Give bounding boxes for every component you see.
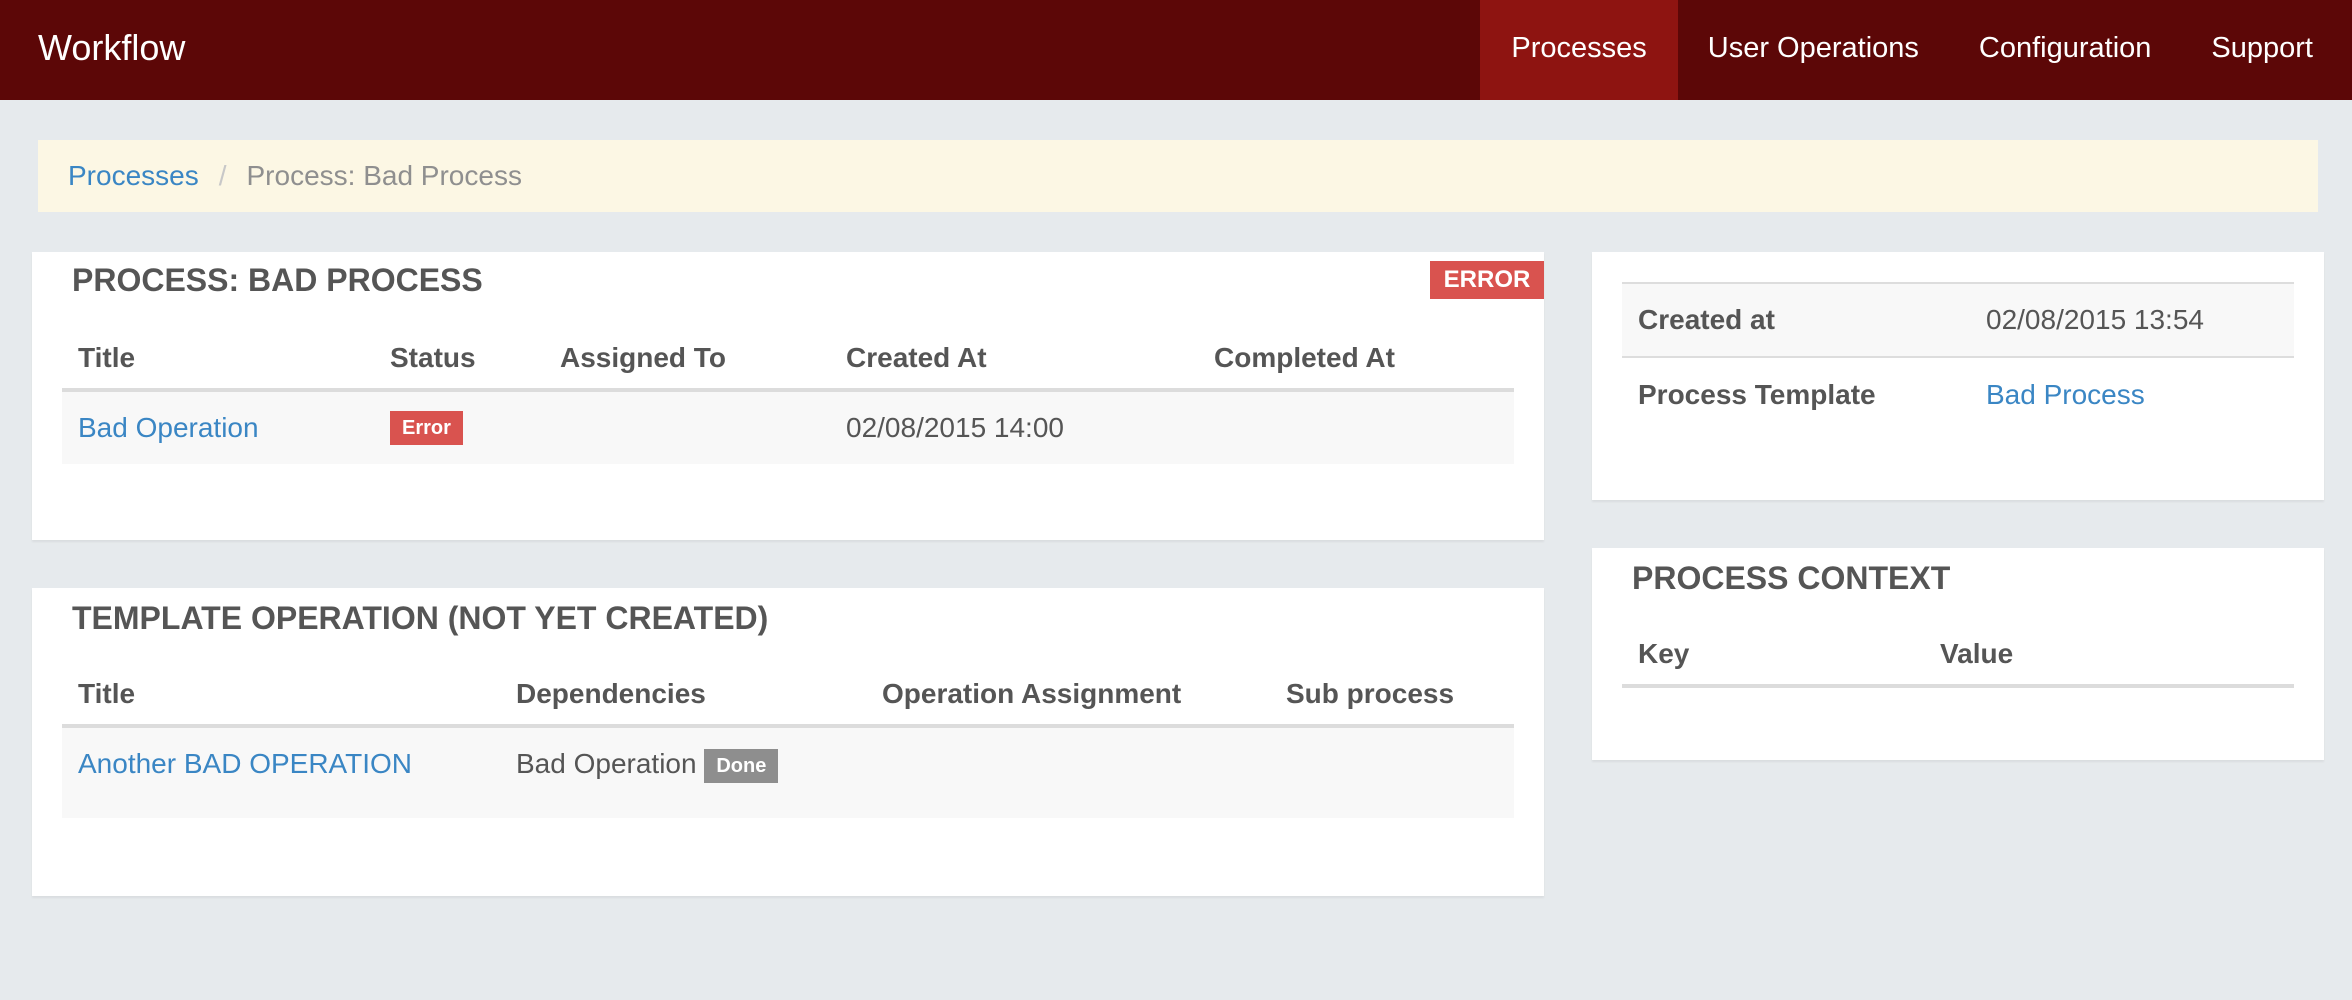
column-header-title: Title bbox=[62, 664, 500, 728]
detail-value-cell: Bad Process bbox=[1970, 356, 2294, 431]
process-template-link[interactable]: Bad Process bbox=[1986, 379, 2145, 410]
process-context-panel: PROCESS CONTEXT Key Value bbox=[1592, 548, 2324, 760]
detail-row-process-template: Process Template Bad Process bbox=[1622, 356, 2294, 431]
breadcrumb-processes-link[interactable]: Processes bbox=[68, 160, 199, 191]
nav-item-processes[interactable]: Processes bbox=[1480, 0, 1678, 100]
process-title: PROCESS: BAD PROCESS bbox=[72, 262, 483, 298]
nav-item-configuration[interactable]: Configuration bbox=[1949, 0, 2182, 100]
nav-item-support[interactable]: Support bbox=[2181, 0, 2352, 100]
operation-title-cell: Bad Operation bbox=[62, 390, 374, 464]
status-badge: Error bbox=[390, 411, 463, 446]
operation-assigned-cell bbox=[544, 390, 830, 464]
dependency-name: Bad Operation bbox=[516, 748, 697, 779]
detail-key: Created at bbox=[1622, 282, 1970, 357]
operation-created-cell: 02/08/2015 14:00 bbox=[830, 390, 1198, 464]
assignment-cell bbox=[866, 726, 1270, 818]
breadcrumb-current: Process: Bad Process bbox=[246, 160, 522, 191]
process-context-title: PROCESS CONTEXT bbox=[1632, 560, 1951, 596]
operation-link[interactable]: Bad Operation bbox=[78, 412, 259, 443]
detail-row-created-at: Created at 02/08/2015 13:54 bbox=[1622, 282, 2294, 357]
detail-value: 02/08/2015 13:54 bbox=[1970, 282, 2294, 357]
breadcrumb: Processes / Process: Bad Process bbox=[38, 140, 2318, 212]
template-operation-panel: TEMPLATE OPERATION (NOT YET CREATED) Tit… bbox=[32, 588, 1544, 896]
column-header-dependencies: Dependencies bbox=[500, 664, 866, 728]
column-header-key: Key bbox=[1622, 624, 1924, 688]
operation-completed-cell bbox=[1198, 390, 1514, 464]
column-header-title: Title bbox=[62, 328, 374, 392]
column-header-created-at: Created At bbox=[830, 328, 1198, 392]
process-details-panel: Created at 02/08/2015 13:54 Process Temp… bbox=[1592, 252, 2324, 500]
dependencies-cell: Bad Operation Done bbox=[500, 726, 866, 818]
process-panel: PROCESS: BAD PROCESS ERROR Title Status … bbox=[32, 252, 1544, 540]
template-operations-table: Title Dependencies Operation Assignment … bbox=[62, 664, 1514, 818]
table-row: Another BAD OPERATION Bad Operation Done bbox=[62, 726, 1514, 818]
column-header-value: Value bbox=[1924, 624, 2294, 688]
column-header-assigned-to: Assigned To bbox=[544, 328, 830, 392]
process-context-table: Key Value bbox=[1622, 624, 2294, 688]
top-navbar: Workflow Processes User Operations Confi… bbox=[0, 0, 2352, 100]
column-header-status: Status bbox=[374, 328, 544, 392]
nav-item-user-operations[interactable]: User Operations bbox=[1678, 0, 1949, 100]
column-header-sub-process: Sub process bbox=[1270, 664, 1514, 728]
main-nav: Processes User Operations Configuration … bbox=[1480, 0, 2352, 100]
process-status-badge: ERROR bbox=[1430, 261, 1544, 299]
column-header-operation-assignment: Operation Assignment bbox=[866, 664, 1270, 728]
table-row: Bad Operation Error 02/08/2015 14:00 bbox=[62, 390, 1514, 464]
template-operation-link[interactable]: Another BAD OPERATION bbox=[78, 748, 412, 779]
process-operations-table: Title Status Assigned To Created At Comp… bbox=[62, 328, 1514, 464]
sub-process-cell bbox=[1270, 726, 1514, 818]
template-title-cell: Another BAD OPERATION bbox=[62, 726, 500, 818]
breadcrumb-separator: / bbox=[218, 160, 227, 191]
operation-status-cell: Error bbox=[374, 390, 544, 464]
brand-link[interactable]: Workflow bbox=[38, 0, 185, 100]
template-operation-title: TEMPLATE OPERATION (NOT YET CREATED) bbox=[72, 600, 769, 636]
process-details-table: Created at 02/08/2015 13:54 Process Temp… bbox=[1622, 282, 2294, 431]
dependency-status-badge: Done bbox=[704, 748, 779, 783]
detail-key: Process Template bbox=[1622, 356, 1970, 431]
column-header-completed-at: Completed At bbox=[1198, 328, 1514, 392]
